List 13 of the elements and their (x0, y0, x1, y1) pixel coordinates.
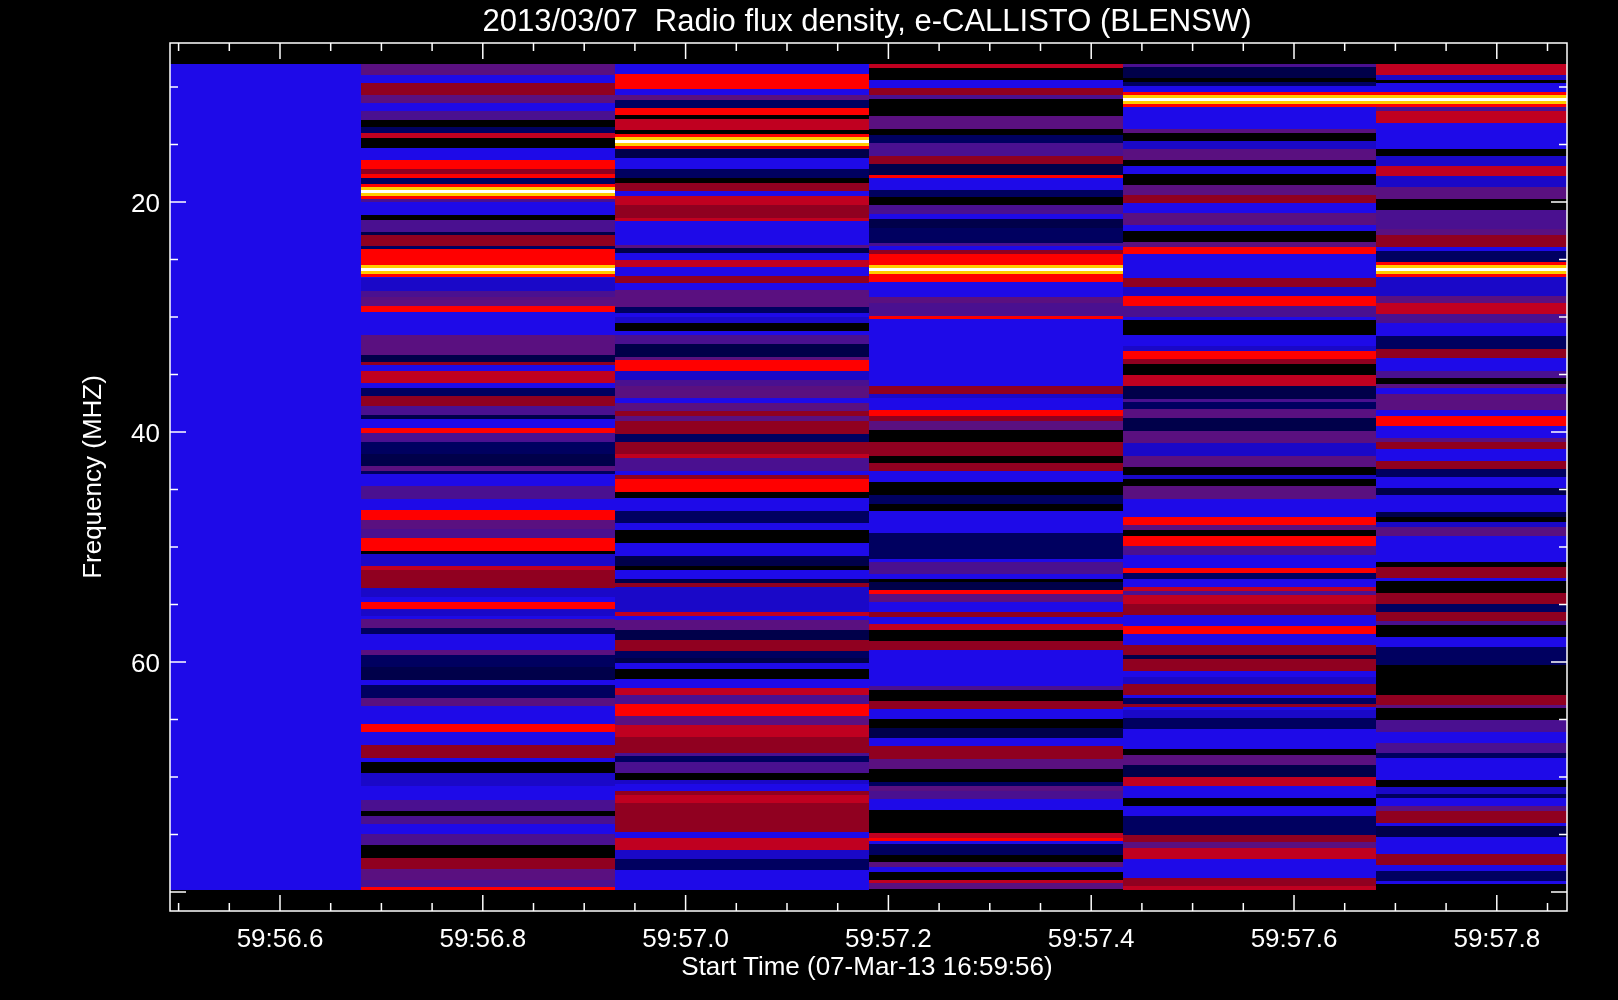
axis-label: Frequency (MHZ) (77, 375, 107, 579)
tick-label: 59:56.6 (236, 923, 324, 953)
tick-label: 59:57.0 (642, 923, 729, 953)
tick-label: 20 (131, 188, 160, 218)
tick-label: 59:57.8 (1453, 923, 1541, 953)
tick-label: 59:56.8 (439, 923, 527, 953)
tick-label: 40 (131, 418, 160, 448)
tick-label: 59:57.4 (1047, 923, 1135, 953)
axis-label: Start Time (07-Mar-13 16:59:56) (681, 951, 1053, 981)
tick-label: 59:57.2 (845, 923, 932, 953)
tick-label: 59:57.6 (1250, 923, 1338, 953)
plot-title: 2013/03/07 Radio flux density, e-CALLISTO (BLENSW) (482, 3, 1252, 38)
tick-label: 60 (131, 648, 160, 678)
